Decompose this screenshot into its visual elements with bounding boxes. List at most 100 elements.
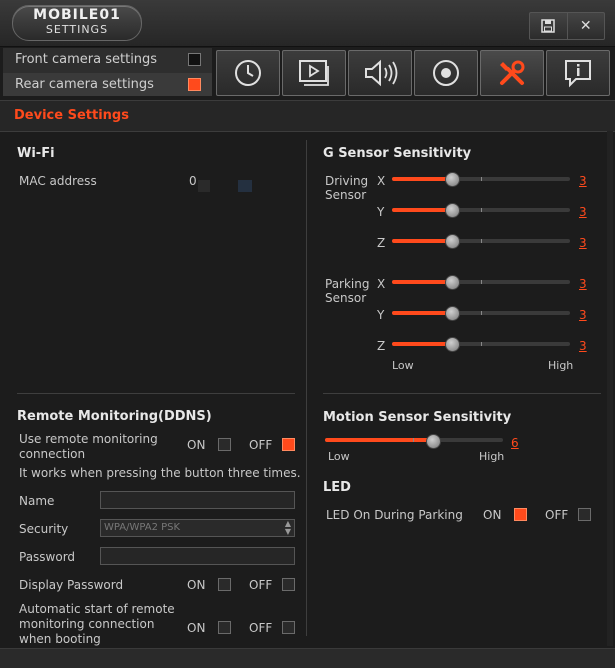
led-parking-label: LED On During Parking [326,508,463,522]
status-bar [0,648,615,668]
parking-slider-y-fill [392,311,451,315]
front-camera-label: Front camera settings [15,52,158,67]
led-off-checkbox[interactable] [578,508,591,521]
led-off-label: OFF [545,508,569,522]
display-password-on-label: ON [187,578,206,592]
use-remote-on-checkbox[interactable] [218,438,231,451]
scrollbar[interactable] [607,131,613,646]
section-title: Device Settings [14,108,129,123]
logo-subtitle: SETTINGS [45,23,109,36]
auto-start-on-checkbox[interactable] [218,621,231,634]
wifi-title: Wi-Fi [17,146,55,161]
driving-slider-y-tick [481,208,482,212]
ddns-hint: It works when pressing the button three … [19,466,301,480]
driving-axis-y-label: Y [377,205,385,219]
motion-slider-knob[interactable] [426,434,441,449]
parking-slider-y-knob[interactable] [445,306,460,321]
auto-start-off-checkbox[interactable] [282,621,295,634]
driving-axis-x-label: X [377,174,386,188]
parking-slider-y-tick [481,311,482,315]
driving-slider-z-value[interactable]: 3 [579,236,587,250]
parking-slider-x-fill [392,280,451,284]
security-value: WPA/WPA2 PSK [104,522,181,533]
app-logo: MOBILE01 SETTINGS [12,5,142,41]
use-remote-off-checkbox[interactable] [282,438,295,451]
use-remote-label: Use remote monitoring connection [19,432,158,461]
tools-icon [500,60,525,85]
parking-slider-x-knob[interactable] [445,275,460,290]
parking-slider-z-value[interactable]: 3 [579,339,587,353]
led-on-checkbox[interactable] [514,508,527,521]
parking-slider-z-knob[interactable] [445,337,460,352]
mac-address-value: 0 [189,174,197,188]
tab-video[interactable] [282,50,346,96]
front-camera-option[interactable]: Front camera settings [3,48,212,71]
parking-slider-z-tick [481,342,482,346]
auto-start-off-label: OFF [249,621,273,635]
driving-slider-x-value[interactable]: 3 [579,174,587,188]
security-label: Security [19,522,69,536]
save-button[interactable] [530,13,567,39]
password-label: Password [19,550,76,564]
front-camera-indicator[interactable] [188,53,201,66]
use-remote-off-label: OFF [249,438,273,452]
speaker-icon [365,59,398,87]
tab-info[interactable] [546,50,610,96]
parking-axis-x-label: X [377,277,386,291]
parking-axis-z-label: Z [377,339,386,353]
motion-slider-track[interactable] [325,438,503,442]
tab-time[interactable] [216,50,280,96]
window-controls: ✕ [529,12,605,40]
display-password-off-checkbox[interactable] [282,578,295,591]
auto-start-on-label: ON [187,621,206,635]
led-on-label: ON [483,508,502,522]
driving-slider-x-knob[interactable] [445,172,460,187]
driving-slider-y-fill [392,208,451,212]
motion-value[interactable]: 6 [511,436,519,450]
select-arrows-icon: ▲ ▼ [284,519,291,536]
parking-sensor-label: Parking Sensor [325,277,370,305]
motion-low-label: Low [328,450,350,463]
close-button[interactable]: ✕ [566,13,605,39]
parking-slider-x-value[interactable]: 3 [579,277,587,291]
motion-slider-tick [413,438,414,442]
display-password-label: Display Password [19,578,124,592]
driving-sensor-label: Driving Sensor [325,174,369,202]
logo-brand: MOBILE01 [33,7,121,23]
title-bar: MOBILE01 SETTINGS ✕ [0,0,615,47]
driving-slider-z-fill [392,239,451,243]
wifi-divider [17,393,295,394]
display-password-off-label: OFF [249,578,273,592]
gsensor-low-label: Low [392,359,414,372]
motion-title: Motion Sensor Sensitivity [323,410,512,425]
use-remote-on-label: ON [187,438,206,452]
motion-slider-fill [325,438,432,442]
password-input[interactable] [100,547,295,565]
ddns-title: Remote Monitoring(DDNS) [17,409,212,424]
tab-record[interactable] [414,50,478,96]
display-password-on-checkbox[interactable] [218,578,231,591]
tab-device-settings[interactable] [480,50,544,96]
parking-axis-y-label: Y [377,308,385,322]
driving-slider-y-value[interactable]: 3 [579,205,587,219]
rear-camera-indicator[interactable] [188,78,201,91]
mac-address-redacted [238,180,252,192]
save-icon [541,19,555,33]
name-input[interactable] [100,491,295,509]
mac-address-redacted [198,180,210,192]
parking-slider-y-value[interactable]: 3 [579,308,587,322]
driving-slider-y-knob[interactable] [445,203,460,218]
section-header: Device Settings [0,100,615,132]
close-icon: ✕ [579,18,592,34]
parking-slider-z-fill [392,342,451,346]
parking-slider-x-tick [481,280,482,284]
rear-camera-label: Rear camera settings [15,77,154,92]
clock-icon [235,60,261,86]
gsensor-high-label: High [548,359,574,372]
security-select[interactable]: WPA/WPA2 PSK ▲ ▼ [100,519,295,537]
mac-address-label: MAC address [19,174,97,188]
tab-sound[interactable] [348,50,412,96]
camera-selector: Front camera settings Rear camera settin… [3,48,212,96]
rear-camera-option[interactable]: Rear camera settings [3,73,212,96]
driving-slider-z-knob[interactable] [445,234,460,249]
